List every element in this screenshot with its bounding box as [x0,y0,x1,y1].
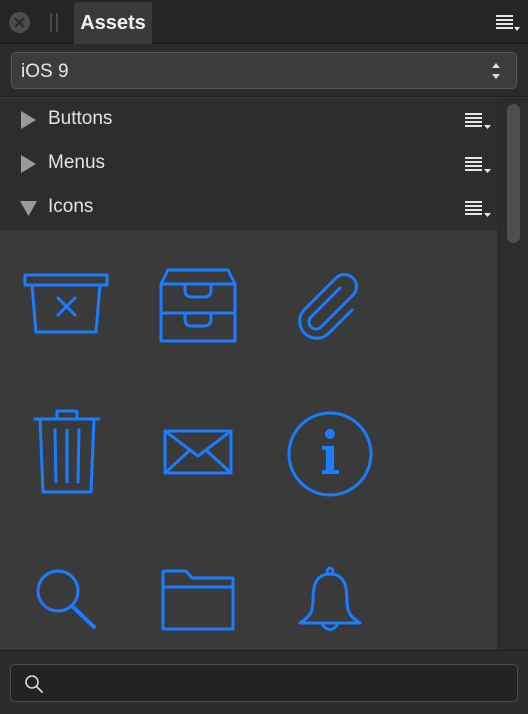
trash-bin-x-icon [23,273,109,334]
panel-menu-button[interactable] [494,12,522,34]
close-panel-button[interactable] [9,12,30,33]
drag-grip-handle[interactable] [50,13,58,32]
asset-tile[interactable] [295,268,365,340]
asset-tile[interactable] [34,567,98,631]
category-menu-icon[interactable] [463,153,493,175]
tab-assets-label: Assets [80,11,146,34]
category-menu-icon[interactable] [463,197,493,219]
folder-icon [161,569,235,631]
category-label: Buttons [48,108,113,129]
asset-tile[interactable] [286,410,374,498]
panel-header: Assets [0,0,528,44]
trash-can-icon [33,409,101,494]
category-label: Menus [48,152,106,173]
panel-menu-icon [496,15,520,31]
disclosure-right-icon[interactable] [20,155,37,173]
close-icon [14,17,25,28]
info-icon [287,411,373,497]
bell-icon [298,566,362,631]
tab-assets[interactable]: Assets [74,2,152,44]
assets-grid [0,230,497,650]
asset-tile[interactable] [162,428,234,476]
preset-dropdown[interactable]: iOS 9 [11,52,517,89]
category-icons[interactable]: Icons [0,186,497,230]
search-field[interactable] [10,664,518,702]
paperclip-icon [298,273,358,340]
asset-tile[interactable] [158,268,238,344]
inbox-tray-icon [159,268,237,343]
category-label: Icons [48,196,94,217]
up-down-arrows-icon [492,63,500,79]
disclosure-right-icon[interactable] [20,111,37,129]
asset-tile[interactable] [20,270,112,336]
asset-tile[interactable] [160,568,236,632]
asset-tile[interactable] [296,565,364,635]
search-icon [36,569,96,629]
preset-selected-value: iOS 9 [21,61,69,82]
disclosure-down-icon[interactable] [20,199,37,217]
category-menu-icon[interactable] [463,109,493,131]
category-buttons[interactable]: Buttons [0,98,497,142]
search-icon [25,675,43,693]
search-input[interactable] [53,665,508,701]
asset-tile[interactable] [32,408,102,496]
category-menus[interactable]: Menus [0,142,497,186]
scrollbar-thumb[interactable] [507,104,520,243]
envelope-icon [163,429,233,475]
